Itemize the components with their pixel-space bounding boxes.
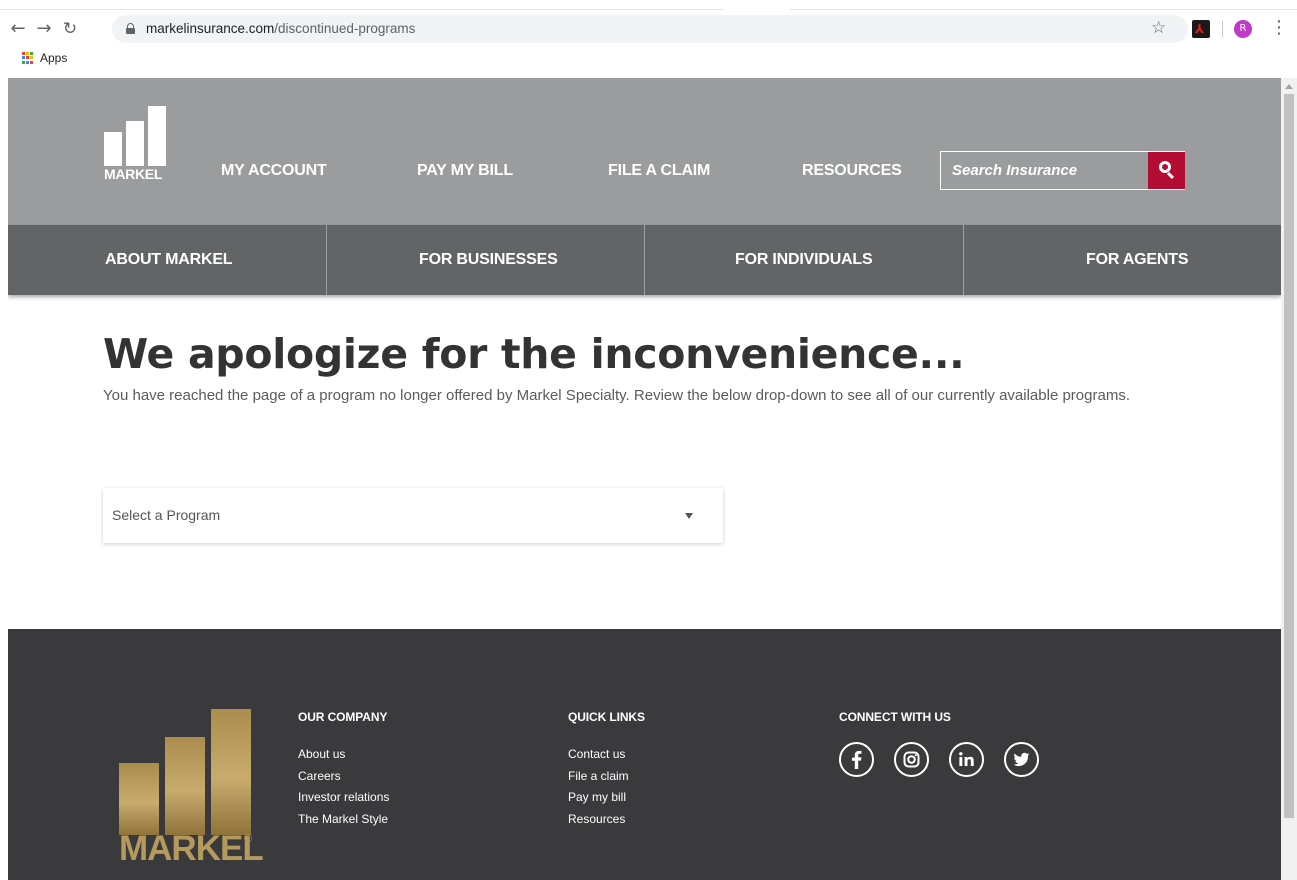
footer: MARKEL ® OUR COMPANY About us Careers In… bbox=[8, 629, 1281, 880]
nav-for-businesses[interactable]: FOR BUSINESSES bbox=[419, 225, 558, 295]
nav-file-a-claim[interactable]: FILE A CLAIM bbox=[608, 162, 710, 180]
footer-link-contact[interactable]: Contact us bbox=[568, 744, 645, 766]
nav-for-individuals[interactable]: FOR INDIVIDUALS bbox=[735, 225, 873, 295]
footer-link-style[interactable]: The Markel Style bbox=[298, 809, 389, 831]
reload-icon[interactable]: ↻ bbox=[60, 19, 80, 39]
toolbar-divider bbox=[1222, 21, 1223, 37]
page-scrollbar[interactable] bbox=[1281, 78, 1297, 880]
footer-connect: CONNECT WITH US bbox=[839, 710, 951, 744]
apps-bookmark[interactable]: Apps bbox=[40, 51, 67, 65]
nav-resources[interactable]: RESOURCES bbox=[802, 162, 902, 180]
nav-for-agents[interactable]: FOR AGENTS bbox=[1086, 225, 1189, 295]
url-text[interactable]: markelinsurance.com/discontinued-program… bbox=[146, 21, 415, 36]
bookmark-star-icon[interactable]: ☆ bbox=[1151, 18, 1166, 38]
tab-strip bbox=[0, 0, 1297, 10]
footer-heading: CONNECT WITH US bbox=[839, 710, 951, 724]
scrollbar-thumb[interactable] bbox=[1284, 94, 1294, 818]
address-row: ← → ↻ markelinsurance.com/discontinued-p… bbox=[0, 10, 1297, 48]
logo-wordmark: MARKEL bbox=[104, 166, 163, 182]
linkedin-icon[interactable] bbox=[949, 742, 984, 777]
browser-chrome: ← → ↻ markelinsurance.com/discontinued-p… bbox=[0, 0, 1297, 78]
page-title: We apologize for the inconvenience... bbox=[103, 330, 965, 378]
nav-separator bbox=[326, 225, 327, 295]
nav-my-account[interactable]: MY ACCOUNT bbox=[221, 162, 327, 180]
footer-link-file-claim[interactable]: File a claim bbox=[568, 766, 645, 788]
url-path: /discontinued-programs bbox=[274, 21, 416, 36]
bookmarks-bar bbox=[0, 48, 1297, 78]
markel-logo[interactable]: MARKEL bbox=[104, 106, 174, 182]
back-arrow-icon[interactable]: ← bbox=[8, 19, 28, 39]
intro-text: You have reached the page of a program n… bbox=[103, 387, 1130, 404]
footer-heading: QUICK LINKS bbox=[568, 710, 645, 724]
search-button[interactable] bbox=[1148, 152, 1185, 189]
nav-separator bbox=[644, 225, 645, 295]
apps-grid-icon[interactable] bbox=[22, 52, 34, 64]
footer-link-pay-bill[interactable]: Pay my bill bbox=[568, 787, 645, 809]
footer-link-careers[interactable]: Careers bbox=[298, 766, 389, 788]
search-input[interactable] bbox=[941, 152, 1148, 189]
footer-logo-wordmark: MARKEL bbox=[119, 829, 264, 868]
program-select-value: Select a Program bbox=[112, 507, 221, 523]
search-box bbox=[940, 151, 1185, 190]
footer-link-resources[interactable]: Resources bbox=[568, 809, 645, 831]
main-nav: ABOUT MARKEL FOR BUSINESSES FOR INDIVIDU… bbox=[8, 225, 1281, 295]
forward-arrow-icon[interactable]: → bbox=[34, 19, 54, 39]
nav-about-markel[interactable]: ABOUT MARKEL bbox=[105, 225, 233, 295]
chevron-down-icon bbox=[685, 513, 693, 519]
registered-mark: ® bbox=[244, 833, 253, 845]
main-content: We apologize for the inconvenience... Yo… bbox=[103, 330, 1193, 407]
url-host: markelinsurance.com bbox=[146, 21, 275, 36]
footer-quick-links: QUICK LINKS Contact us File a claim Pay … bbox=[568, 710, 645, 830]
footer-company: OUR COMPANY About us Careers Investor re… bbox=[298, 710, 389, 830]
scroll-up-arrow-icon[interactable] bbox=[1285, 84, 1293, 89]
twitter-icon[interactable] bbox=[1004, 742, 1039, 777]
footer-heading: OUR COMPANY bbox=[298, 710, 388, 724]
instagram-icon[interactable] bbox=[894, 742, 929, 777]
pdf-extension-icon[interactable]: ⅄ bbox=[1192, 20, 1210, 38]
footer-logo[interactable]: MARKEL ® bbox=[119, 709, 264, 869]
nav-separator bbox=[963, 225, 964, 295]
page: MARKEL MY ACCOUNT PAY MY BILL FILE A CLA… bbox=[8, 78, 1281, 880]
footer-link-investor[interactable]: Investor relations bbox=[298, 787, 389, 809]
profile-avatar[interactable]: R bbox=[1234, 20, 1252, 38]
footer-link-about[interactable]: About us bbox=[298, 744, 389, 766]
program-select[interactable]: Select a Program bbox=[103, 488, 723, 543]
nav-pay-my-bill[interactable]: PAY MY BILL bbox=[417, 162, 513, 180]
utility-header: MARKEL MY ACCOUNT PAY MY BILL FILE A CLA… bbox=[8, 78, 1281, 225]
facebook-icon[interactable] bbox=[839, 742, 874, 777]
lock-icon bbox=[126, 23, 135, 34]
address-bar[interactable]: markelinsurance.com/discontinued-program… bbox=[112, 15, 1188, 43]
menu-kebab-icon[interactable]: ⋮ bbox=[1270, 18, 1288, 38]
